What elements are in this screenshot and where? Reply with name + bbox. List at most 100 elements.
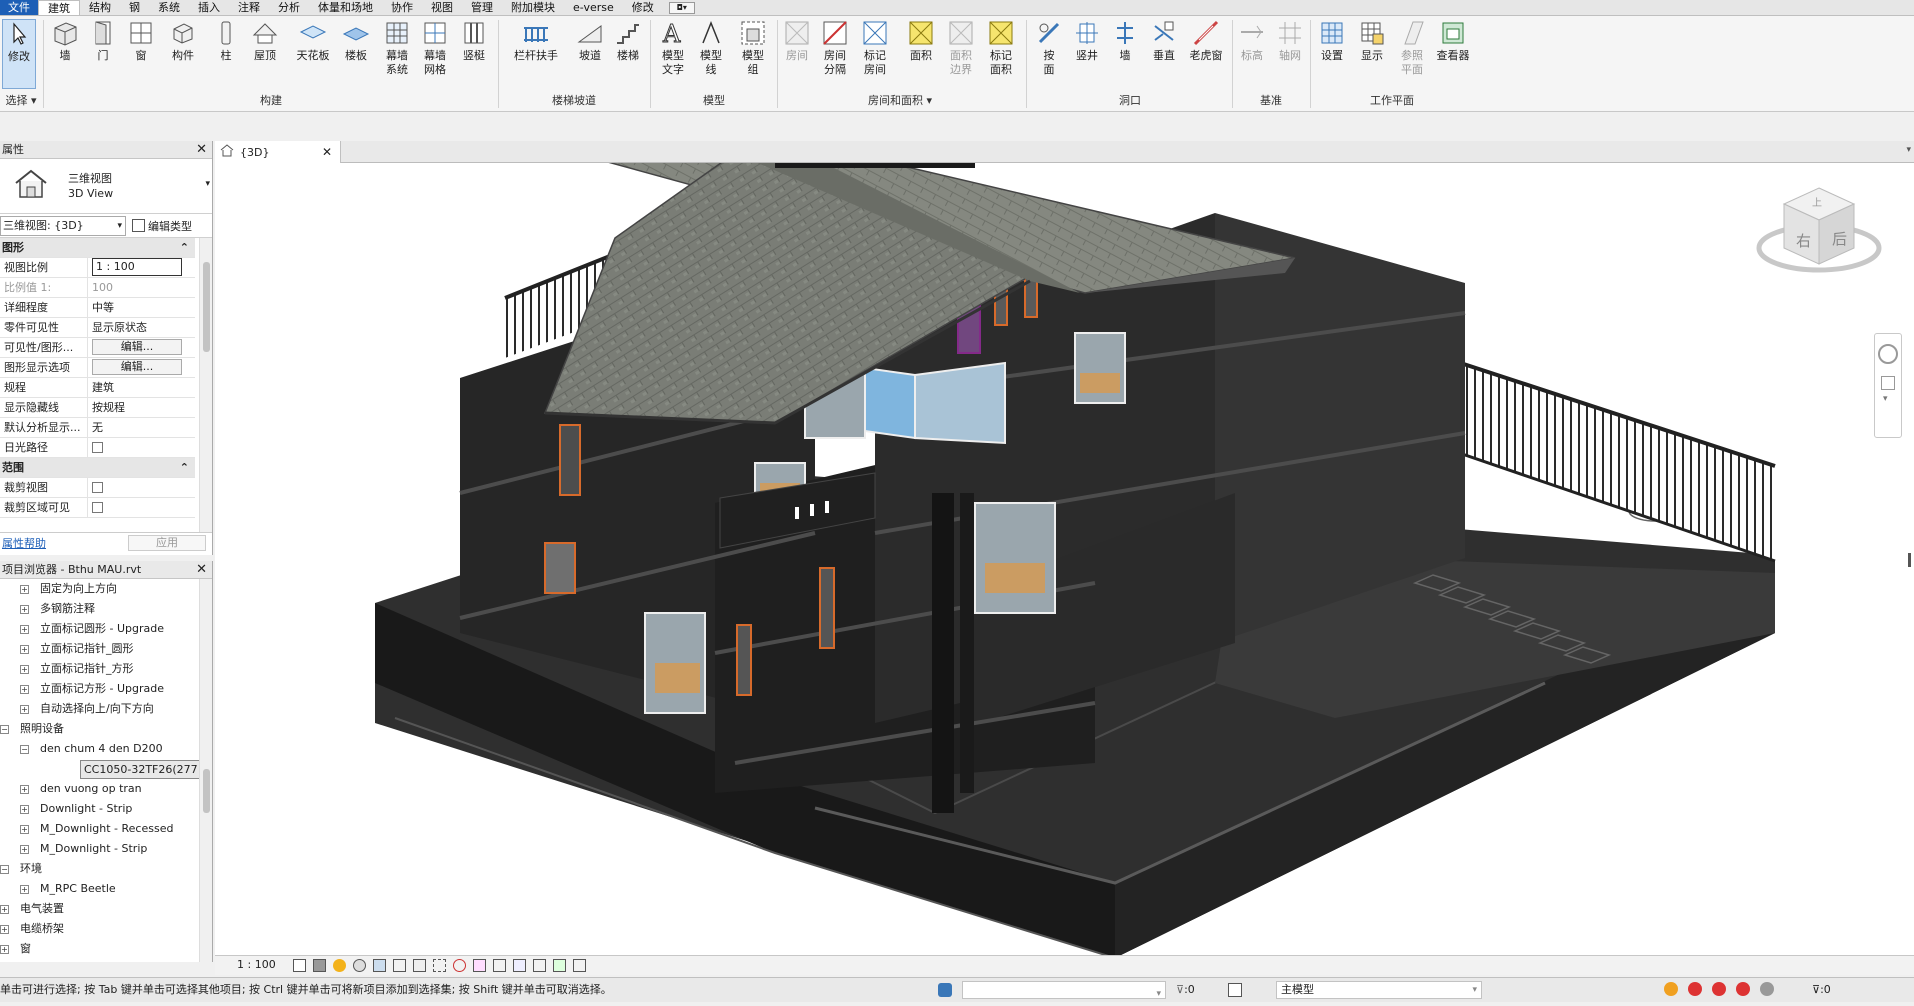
view-properties-icon[interactable] [573,959,586,972]
expand-toggle-icon[interactable]: + [20,705,29,714]
stair-button[interactable]: 楼梯 [612,19,644,63]
expand-toggle-icon[interactable]: + [0,945,9,954]
model-group-button[interactable]: 模型组 [734,19,772,77]
expand-toggle-icon[interactable]: + [0,925,9,934]
constraints-icon[interactable] [553,959,566,972]
view-tab-3d[interactable]: {3D} ✕ [215,141,341,163]
detail-level-icon[interactable] [293,959,306,972]
shadows-icon[interactable] [353,959,366,972]
curtain-system-button[interactable]: 幕墙系统 [380,19,414,77]
tab-structure[interactable]: 结构 [80,0,120,15]
model-selector[interactable]: 主模型 ▾ [1276,981,1482,999]
viewcube-front-face[interactable]: 右 [1796,230,1811,251]
tree-item[interactable]: + 立面标记指针_方形 [0,659,212,679]
tree-item[interactable]: + 窗 [0,939,212,959]
scroll-thumb[interactable] [203,262,210,352]
group-select[interactable]: 选择 ▾ [0,93,42,109]
close-icon[interactable]: ✕ [196,141,207,159]
model-line-button[interactable]: 模型线 [694,19,728,77]
worksharing-icon[interactable] [493,959,506,972]
analytical-model-icon[interactable] [513,959,526,972]
ramp-button[interactable]: 坡道 [574,19,606,63]
tag-room-button[interactable]: 标记房间 [858,19,892,77]
highlight-displacement-icon[interactable] [533,959,546,972]
tree-item[interactable]: − den chum 4 den D200 [0,739,212,759]
view-scale-control[interactable]: 1 : 100 [237,958,276,971]
level-button[interactable]: 标高 [1236,19,1268,63]
modify-button[interactable]: 修改 [2,19,36,89]
viewcube-top-face[interactable]: 上 [1812,194,1822,209]
visual-style-icon[interactable] [313,959,326,972]
tree-item[interactable]: + 立面标记方形 - Upgrade [0,679,212,699]
tree-item[interactable]: + 立面标记圆形 - Upgrade [0,619,212,639]
tab-systems[interactable]: 系统 [149,0,189,15]
tab-steel[interactable]: 钢 [120,0,149,15]
3d-viewport[interactable]: 上 右 后 ▾ [215,163,1914,955]
crop-region-visible-checkbox[interactable] [92,501,103,513]
reference-plane-button[interactable]: 参照平面 [1394,19,1430,77]
tab-architecture[interactable]: 建筑 [38,0,80,15]
filter-count[interactable]: ⊽:0 [1812,978,1831,1002]
category-graphics[interactable]: 图形 ⌃ [0,238,195,258]
reveal-hidden-icon[interactable] [473,959,486,972]
ribbon-minimize-toggle[interactable]: ◘▾ [668,2,695,14]
expand-toggle-icon[interactable]: + [20,825,29,834]
expand-toggle-icon[interactable]: + [20,625,29,634]
category-extents[interactable]: 范围 ⌃ [0,458,195,478]
prop-row[interactable]: 详细程度 中等 [0,298,195,318]
select-by-face-icon[interactable] [1736,982,1750,996]
chevron-down-icon[interactable]: ▾ [1883,394,1893,404]
close-icon[interactable]: ✕ [196,561,207,579]
by-face-button[interactable]: 按面 [1032,19,1066,77]
component-button[interactable]: 构件 [165,19,201,63]
door-button[interactable]: 门 [88,19,118,63]
sun-path-checkbox[interactable] [92,441,103,453]
tree-item[interactable]: + M_Downlight - Recessed [0,819,212,839]
viewport-resize-handle[interactable] [1908,553,1911,567]
select-pinned-icon[interactable] [1712,982,1726,996]
properties-help-link[interactable]: 属性帮助 [2,535,46,551]
select-links-icon[interactable] [1664,982,1678,996]
prop-row[interactable]: 零件可见性 显示原状态 [0,318,195,338]
view-scale-field[interactable]: 1 : 100 [92,258,182,276]
expand-toggle-icon[interactable]: + [20,585,29,594]
room-separator-button[interactable]: 房间分隔 [818,19,852,77]
tab-massing-site[interactable]: 体量和场地 [309,0,382,15]
expand-toggle-icon[interactable]: + [20,645,29,654]
tree-item[interactable]: + 立面标记指针_圆形 [0,639,212,659]
tab-annotate[interactable]: 注释 [229,0,269,15]
floor-button[interactable]: 楼板 [340,19,372,63]
sun-path-icon[interactable] [333,959,346,972]
viewcube[interactable]: 上 右 后 [1754,178,1884,278]
tree-item[interactable]: + M_RPC Beetle [0,879,212,899]
expand-toggle-icon[interactable]: + [20,605,29,614]
room-button[interactable]: 房间 [780,19,814,63]
unlocked-3d-icon[interactable] [433,959,446,972]
tree-item[interactable]: − 照明设备 [0,719,212,739]
crop-view-icon[interactable] [393,959,406,972]
expand-toggle-icon[interactable]: + [20,885,29,894]
instance-selector[interactable]: 三维视图: {3D} ▾ [0,215,126,236]
roof-button[interactable]: 屋顶 [250,19,280,63]
tab-overflow-icon[interactable]: ▾ [1906,145,1911,155]
expand-toggle-icon[interactable]: + [0,905,9,914]
expand-toggle-icon[interactable]: + [20,685,29,694]
tree-item[interactable]: + 电气装置 [0,899,212,919]
prop-row[interactable]: 显示隐藏线 按规程 [0,398,195,418]
chevron-down-icon[interactable]: ▾ [205,179,210,189]
viewer-button[interactable]: 查看器 [1432,19,1474,63]
tab-e-verse[interactable]: e-verse [564,0,623,15]
steering-wheel-icon[interactable] [1878,344,1898,364]
tab-file[interactable]: 文件 [0,0,38,15]
wall-button[interactable]: 墙 [50,19,80,63]
window-button[interactable]: 窗 [126,19,156,63]
tree-item[interactable]: + 固定为向上方向 [0,579,212,599]
properties-scrollbar[interactable] [199,238,212,532]
browser-scrollbar[interactable] [199,579,212,962]
tree-item[interactable]: + 多钢筋注释 [0,599,212,619]
dormer-button[interactable]: 老虎窗 [1186,19,1226,63]
tab-insert[interactable]: 插入 [189,0,229,15]
prop-row[interactable]: 规程 建筑 [0,378,195,398]
type-selector[interactable]: 三维视图 3D View ▾ [0,159,212,214]
editable-only-icon[interactable] [1228,983,1242,997]
